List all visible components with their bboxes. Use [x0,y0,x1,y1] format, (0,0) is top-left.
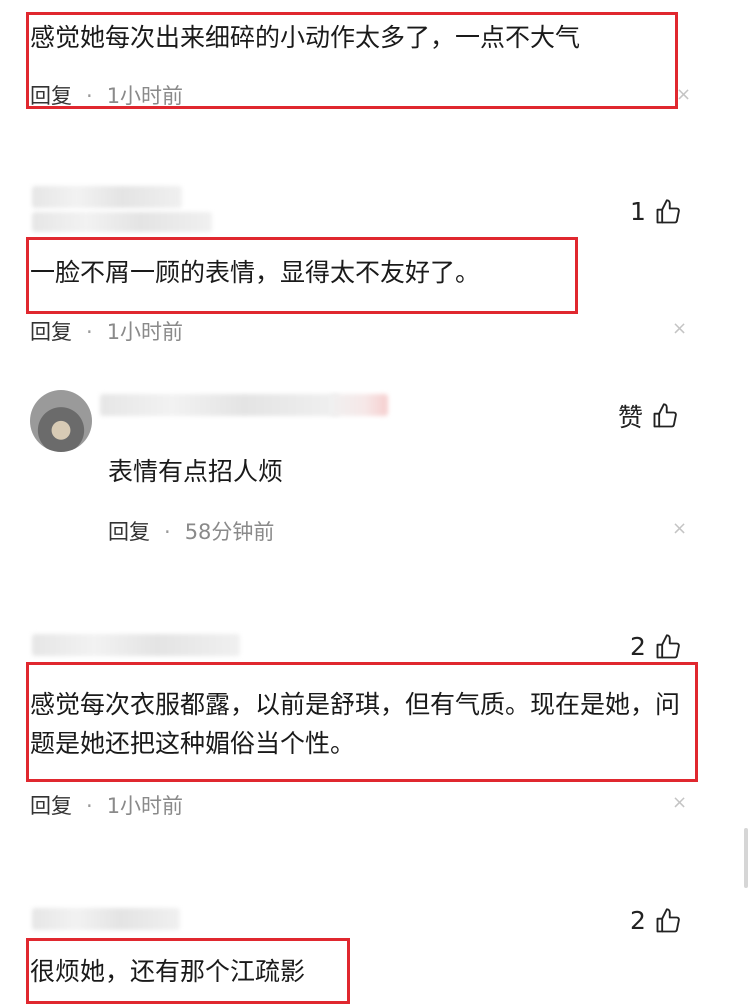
comment-time: 1小时前 [106,794,184,818]
scrollbar[interactable] [744,828,748,888]
comment-time: 58分钟前 [184,520,275,544]
avatar [30,390,92,452]
close-icon[interactable]: × [676,84,691,105]
reply-button[interactable]: 回复 [30,320,72,344]
blurred-username [100,394,340,416]
comment-time: 1小时前 [106,320,184,344]
like-count: 2 [630,632,646,661]
thumbs-up-icon [656,907,680,932]
thumbs-up-icon [656,198,680,223]
like-button[interactable]: 1 [630,197,682,226]
like-count: 2 [630,906,646,935]
blurred-username [330,394,388,416]
comment-meta: 回复 · 1小时前 [30,320,184,344]
like-label: 赞 [618,403,644,432]
blurred-username [32,212,212,232]
comment-meta: 回复 · 58分钟前 [108,520,275,544]
thumbs-up-icon [653,403,677,428]
like-button[interactable]: 赞 [618,398,679,434]
close-icon[interactable]: × [672,518,687,539]
comment-text: 很烦她，还有那个江疏影 [30,957,306,986]
like-count: 1 [630,197,646,226]
like-button[interactable]: 2 [630,632,682,661]
blurred-username [32,186,182,208]
comment-meta: 回复 · 1小时前 [30,84,184,108]
close-icon[interactable]: × [672,792,687,813]
thumbs-up-icon [656,633,680,658]
comment-text: 一脸不屑一顾的表情，显得太不友好了。 [30,258,481,287]
blurred-username [32,908,180,930]
comment-text: 表情有点招人烦 [108,457,284,486]
reply-button[interactable]: 回复 [30,84,72,108]
like-button[interactable]: 2 [630,906,682,935]
comment-text: 感觉她每次出来细碎的小动作太多了，一点不大气 [30,23,581,52]
reply-button[interactable]: 回复 [30,794,72,818]
close-icon[interactable]: × [672,318,687,339]
blurred-username [32,634,240,656]
comment-meta: 回复 · 1小时前 [30,794,184,818]
comment-text: 感觉每次衣服都露，以前是舒琪，但有气质。现在是她，问题是她还把这种媚俗当个性。 [30,690,681,758]
comment-time: 1小时前 [106,84,184,108]
reply-button[interactable]: 回复 [108,520,150,544]
